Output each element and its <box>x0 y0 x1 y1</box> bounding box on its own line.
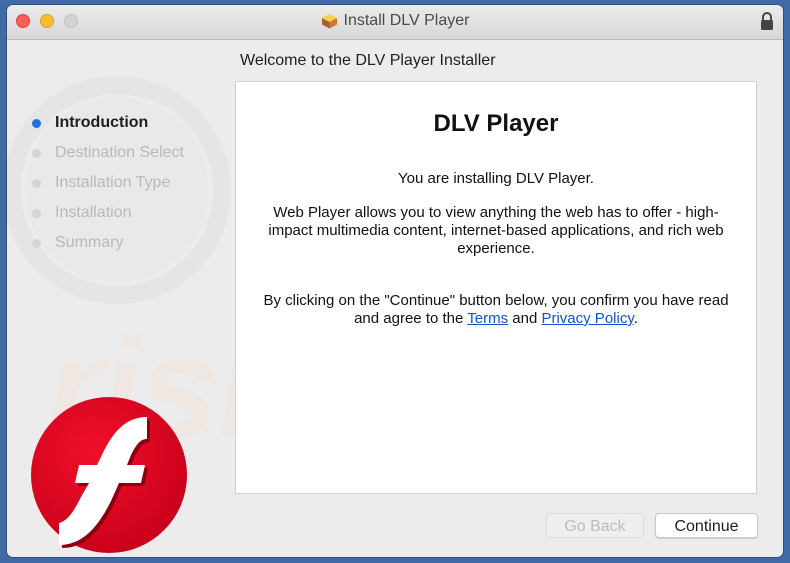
window-title: Install DLV Player <box>343 12 470 29</box>
step-bullet-icon <box>32 178 41 188</box>
lock-icon[interactable] <box>760 11 774 31</box>
step-bullet-icon <box>32 238 41 248</box>
steps-sidebar: Introduction Destination Select Installa… <box>31 108 184 258</box>
step-installation: Installation <box>31 198 184 228</box>
privacy-policy-link[interactable]: Privacy Policy <box>541 310 633 327</box>
step-installation-type: Installation Type <box>31 168 184 198</box>
title-bar[interactable]: Install DLV Player <box>7 5 783 40</box>
step-bullet-icon <box>32 118 41 128</box>
content-panel: DLV Player You are installing DLV Player… <box>235 81 757 494</box>
product-heading: DLV Player <box>433 110 559 137</box>
step-bullet-icon <box>32 148 41 158</box>
description-text: Web Player allows you to view anything t… <box>268 204 724 257</box>
step-destination-select: Destination Select <box>31 138 184 168</box>
package-icon <box>321 13 338 29</box>
step-bullet-icon <box>32 208 41 218</box>
step-summary: Summary <box>31 228 184 258</box>
terms-link[interactable]: Terms <box>467 310 508 327</box>
flash-player-logo-icon <box>29 395 189 555</box>
page-subtitle: Welcome to the DLV Player Installer <box>240 52 496 69</box>
continue-button[interactable]: Continue <box>655 513 758 538</box>
agreement-text: By clicking on the "Continue" button bel… <box>263 292 729 327</box>
step-introduction: Introduction <box>31 108 184 138</box>
go-back-button[interactable]: Go Back <box>546 513 644 538</box>
installing-text: You are installing DLV Player. <box>398 170 594 187</box>
installer-window: risk.com Install DLV Player <box>7 5 783 557</box>
